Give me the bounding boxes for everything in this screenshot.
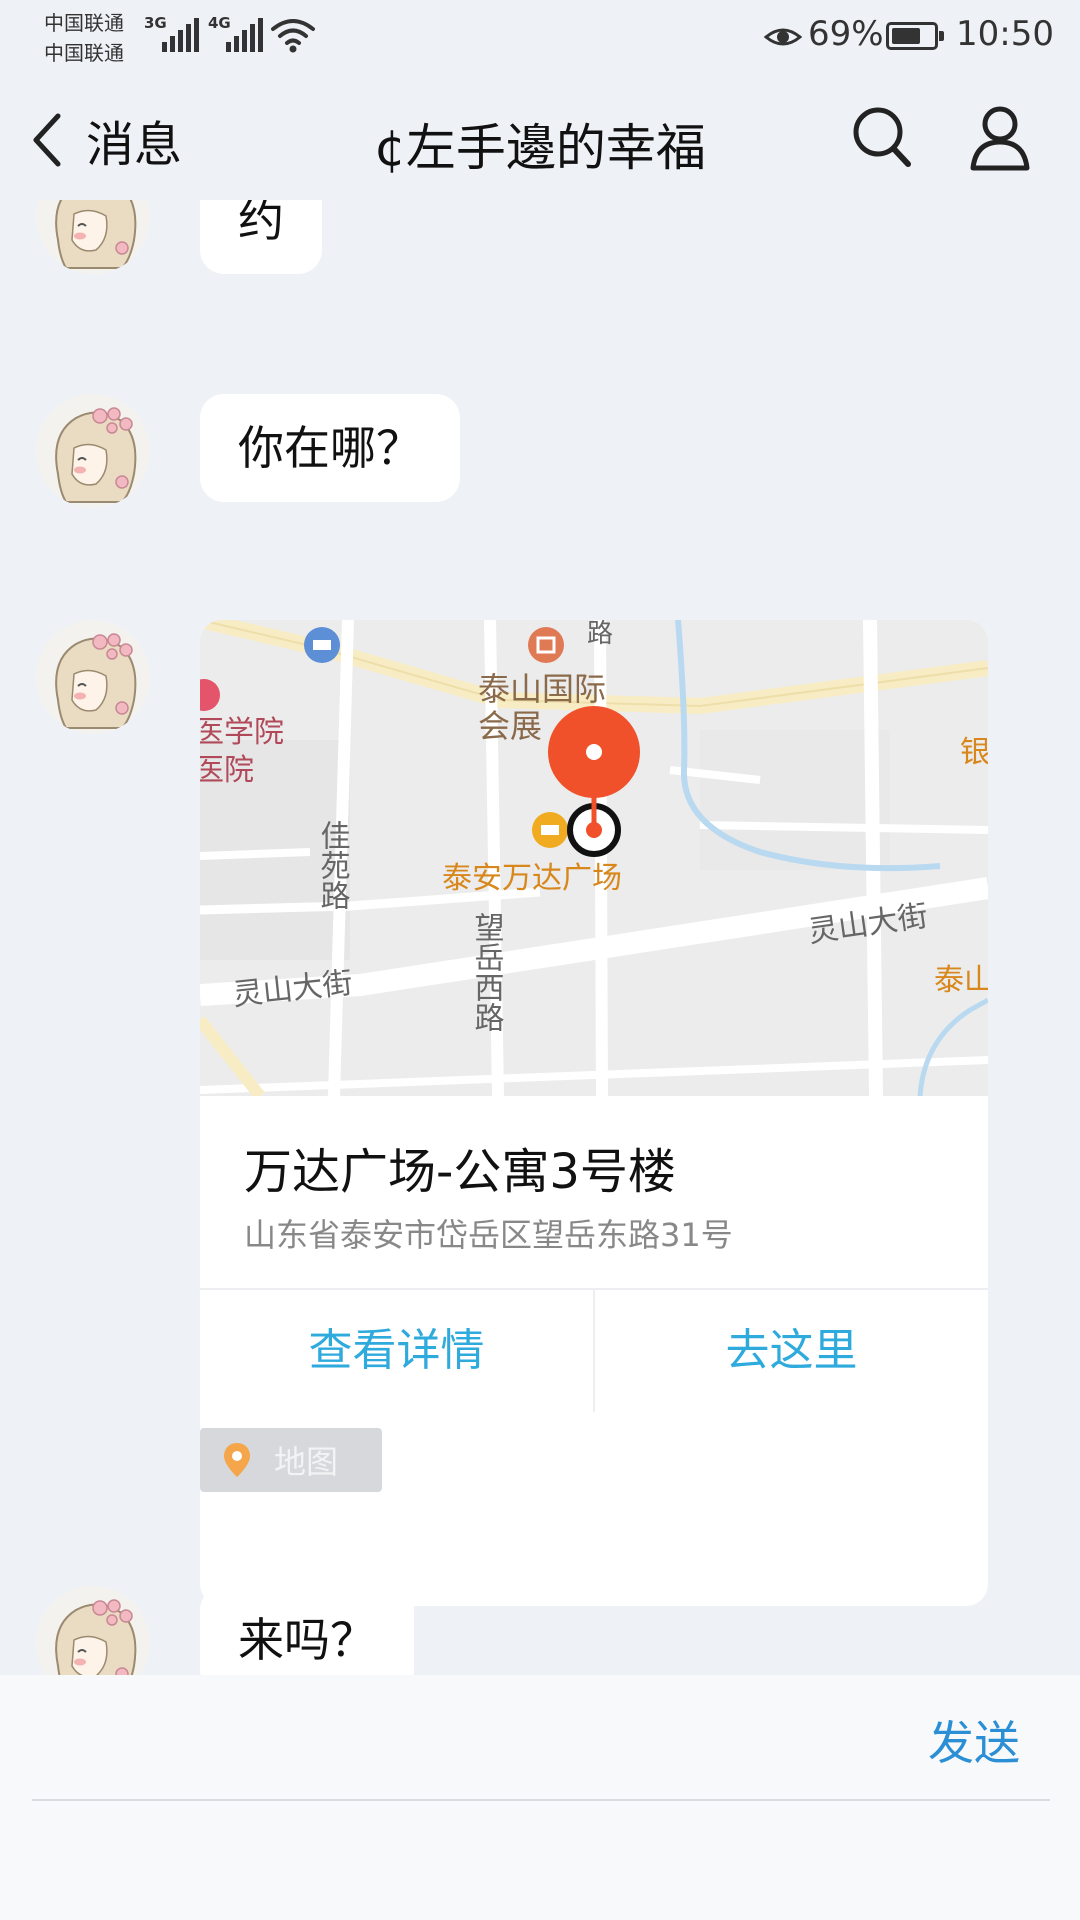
nav-bar: 消息 ¢左手邊的幸福 xyxy=(0,80,1080,200)
message-input[interactable] xyxy=(32,1799,1050,1801)
wifi-icon xyxy=(271,19,315,53)
contact-avatar[interactable] xyxy=(36,620,150,734)
map-source-tag[interactable]: 地图 xyxy=(200,1428,382,1492)
contact-avatar[interactable] xyxy=(36,394,150,508)
map-preview[interactable]: 路 泰山国际 会展 医学院 医院 泰安万达广场 银 泰山 佳苑路 望岳西路 灵山… xyxy=(200,620,988,1096)
contact-avatar[interactable] xyxy=(36,1586,150,1675)
chat-title: ¢左手邊的幸福 xyxy=(374,119,706,177)
map-tag-label: 地图 xyxy=(274,1443,339,1481)
place-name: 万达广场-公寓3号楼 xyxy=(244,1144,676,1200)
view-details-button[interactable]: 查看详情 xyxy=(200,1290,593,1412)
map-canvas: 路 泰山国际 会展 医学院 医院 泰安万达广场 银 泰山 佳苑路 望岳西路 灵山… xyxy=(200,620,988,1096)
map-label-jiayuan: 佳苑路 xyxy=(315,820,351,910)
map-label-bank: 银 xyxy=(960,735,988,770)
input-bar: 发送 xyxy=(0,1675,1080,1920)
message-bubble[interactable]: 你在哪？ xyxy=(200,394,460,502)
map-label-wangyue: 望岳西路 xyxy=(469,912,504,1032)
profile-icon[interactable] xyxy=(968,104,1032,172)
contact-avatar[interactable] xyxy=(36,200,150,274)
clock: 10:50 xyxy=(956,14,1054,54)
carrier-1: 中国联通 xyxy=(44,11,124,35)
search-icon[interactable] xyxy=(850,104,914,172)
map-label-road: 路 xyxy=(587,620,613,649)
map-label-wanda: 泰安万达广场 xyxy=(442,861,622,896)
battery-percent: 69% xyxy=(808,14,884,54)
location-pin-icon xyxy=(224,1443,250,1477)
battery-icon xyxy=(886,22,944,50)
back-label: 消息 xyxy=(86,117,183,173)
status-bar: 中国联通 中国联通 3G 4G 69% 10:50 xyxy=(0,0,1080,80)
eye-comfort-icon xyxy=(764,28,802,46)
place-address: 山东省泰安市岱岳区望岳东路31号 xyxy=(244,1216,733,1254)
map-label-hospital: 医院 xyxy=(200,753,254,788)
message-bubble[interactable]: 约 xyxy=(200,200,322,274)
map-label-taishan: 泰山 xyxy=(934,963,988,998)
send-button[interactable]: 发送 xyxy=(928,1707,1020,1773)
chevron-left-icon xyxy=(33,113,61,167)
message-bubble[interactable]: 来吗？ xyxy=(200,1586,414,1675)
chat-message-list[interactable]: 约 你在哪？ 路 泰山国际 会展 医学院 医院 泰安万达广场 银 泰山 佳苑路 … xyxy=(0,200,1080,1675)
map-label-exhibition: 泰山国际 xyxy=(478,670,606,708)
carrier-2: 中国联通 xyxy=(44,41,124,65)
back-button[interactable]: 消息 xyxy=(28,108,183,173)
navigate-here-button[interactable]: 去这里 xyxy=(595,1290,988,1412)
map-label-exhibition-2: 会展 xyxy=(478,707,542,745)
carrier-labels: 中国联通 中国联通 xyxy=(44,8,124,68)
map-label-college: 医学院 xyxy=(200,715,284,750)
